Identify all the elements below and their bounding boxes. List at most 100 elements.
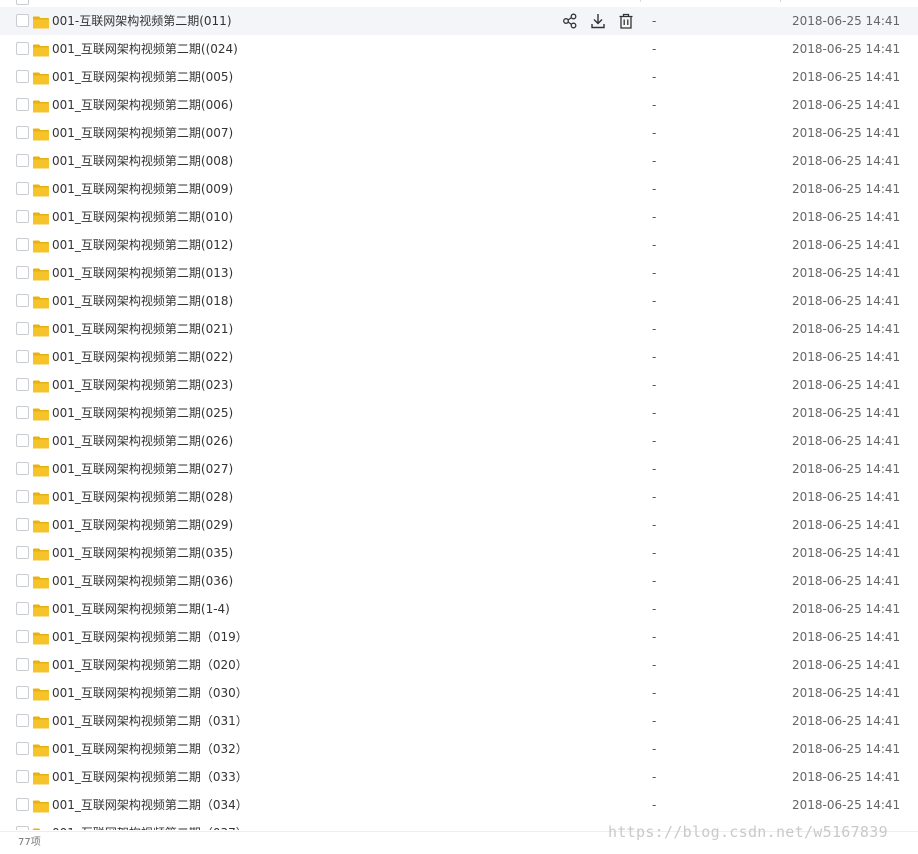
file-name-link[interactable]: 001_互联网架构视频第二期(026)	[52, 433, 233, 449]
file-row[interactable]: 001_互联网架构视频第二期（032） - 2018-06-25 14:41	[0, 735, 918, 763]
file-row[interactable]: 001_互联网架构视频第二期(029) - 2018-06-25 14:41	[0, 511, 918, 539]
file-row[interactable]: 001_互联网架构视频第二期（019） - 2018-06-25 14:41	[0, 623, 918, 651]
file-name-link[interactable]: 001_互联网架构视频第二期((024)	[52, 41, 238, 57]
row-checkbox[interactable]	[16, 826, 29, 830]
file-row[interactable]: 001_互联网架构视频第二期(023) - 2018-06-25 14:41	[0, 371, 918, 399]
folder-icon	[33, 658, 49, 673]
file-row[interactable]: 001_互联网架构视频第二期(1-4) - 2018-06-25 14:41	[0, 595, 918, 623]
file-row[interactable]: 001_互联网架构视频第二期((024) - 2018-06-25 14:41	[0, 35, 918, 63]
file-name-link[interactable]: 001_互联网架构视频第二期（031）	[52, 713, 248, 729]
file-size: -	[652, 154, 657, 168]
share-icon[interactable]	[561, 12, 579, 30]
row-checkbox[interactable]	[16, 238, 29, 251]
row-checkbox[interactable]	[16, 350, 29, 363]
row-checkbox[interactable]	[16, 770, 29, 783]
row-checkbox[interactable]	[16, 14, 29, 27]
file-row[interactable]: 001_互联网架构视频第二期(035) - 2018-06-25 14:41	[0, 539, 918, 567]
file-name-link[interactable]: 001_互联网架构视频第二期(007)	[52, 125, 233, 141]
file-name-link[interactable]: 001_互联网架构视频第二期（020）	[52, 657, 248, 673]
file-name-link[interactable]: 001_互联网架构视频第二期(025)	[52, 405, 233, 421]
file-row[interactable]: 001_互联网架构视频第二期(013) - 2018-06-25 14:41	[0, 259, 918, 287]
file-row[interactable]: 001_互联网架构视频第二期(012) - 2018-06-25 14:41	[0, 231, 918, 259]
row-checkbox[interactable]	[16, 742, 29, 755]
row-checkbox[interactable]	[16, 42, 29, 55]
row-checkbox[interactable]	[16, 406, 29, 419]
file-name-link[interactable]: 001_互联网架构视频第二期(018)	[52, 293, 233, 309]
row-checkbox[interactable]	[16, 546, 29, 559]
file-row[interactable]: 001_互联网架构视频第二期(009) - 2018-06-25 14:41	[0, 175, 918, 203]
file-size: -	[652, 126, 657, 140]
file-row[interactable]: 001_互联网架构视频第二期（030） - 2018-06-25 14:41	[0, 679, 918, 707]
file-name-link[interactable]: 001_互联网架构视频第二期(022)	[52, 349, 233, 365]
file-name-link[interactable]: 001_互联网架构视频第二期(028)	[52, 489, 233, 505]
file-name-link[interactable]: 001_互联网架构视频第二期(010)	[52, 209, 233, 225]
file-name-link[interactable]: 001_互联网架构视频第二期(006)	[52, 97, 233, 113]
row-checkbox[interactable]	[16, 154, 29, 167]
file-row[interactable]: 001_互联网架构视频第二期(028) - 2018-06-25 14:41	[0, 483, 918, 511]
row-checkbox[interactable]	[16, 98, 29, 111]
row-checkbox[interactable]	[16, 798, 29, 811]
file-row[interactable]: 001_互联网架构视频第二期(006) - 2018-06-25 14:41	[0, 91, 918, 119]
file-name-link[interactable]: 001_互联网架构视频第二期(1-4)	[52, 601, 230, 617]
file-name-link[interactable]: 001_互联网架构视频第二期(029)	[52, 517, 233, 533]
file-name-link[interactable]: 001_互联网架构视频第二期（033）	[52, 769, 248, 785]
file-name-link[interactable]: 001_互联网架构视频第二期(035)	[52, 545, 233, 561]
file-row[interactable]: 001_互联网架构视频第二期(005) - 2018-06-25 14:41	[0, 63, 918, 91]
row-checkbox[interactable]	[16, 322, 29, 335]
row-checkbox[interactable]	[16, 266, 29, 279]
file-name-link[interactable]: 001_互联网架构视频第二期(009)	[52, 181, 233, 197]
file-name-link[interactable]: 001_互联网架构视频第二期（030）	[52, 685, 248, 701]
file-name-link[interactable]: 001_互联网架构视频第二期(036)	[52, 573, 233, 589]
row-checkbox[interactable]	[16, 518, 29, 531]
file-row[interactable]: 001-互联网架构视频第二期(011) - 2018-06-25 14:41	[0, 7, 918, 35]
file-size: -	[652, 210, 657, 224]
row-checkbox[interactable]	[16, 294, 29, 307]
file-row[interactable]: 001_互联网架构视频第二期(026) - 2018-06-25 14:41	[0, 427, 918, 455]
row-checkbox[interactable]	[16, 378, 29, 391]
download-icon[interactable]	[589, 12, 607, 30]
row-checkbox[interactable]	[16, 434, 29, 447]
file-name-link[interactable]: 001_互联网架构视频第二期(008)	[52, 153, 233, 169]
select-all-checkbox[interactable]	[16, 0, 29, 5]
row-checkbox[interactable]	[16, 126, 29, 139]
row-checkbox[interactable]	[16, 686, 29, 699]
file-row[interactable]: 001_互联网架构视频第二期（020） - 2018-06-25 14:41	[0, 651, 918, 679]
row-checkbox[interactable]	[16, 210, 29, 223]
file-name-link[interactable]: 001_互联网架构视频第二期(013)	[52, 265, 233, 281]
file-name-link[interactable]: 001_互联网架构视频第二期(021)	[52, 321, 233, 337]
row-checkbox[interactable]	[16, 714, 29, 727]
file-row[interactable]: 001_互联网架构视频第二期(022) - 2018-06-25 14:41	[0, 343, 918, 371]
file-row[interactable]: 001_互联网架构视频第二期（034） - 2018-06-25 14:41	[0, 791, 918, 819]
row-checkbox[interactable]	[16, 182, 29, 195]
file-name-link[interactable]: 001_互联网架构视频第二期(005)	[52, 69, 233, 85]
row-checkbox[interactable]	[16, 658, 29, 671]
row-checkbox[interactable]	[16, 630, 29, 643]
file-row[interactable]: 001_互联网架构视频第二期（033） - 2018-06-25 14:41	[0, 763, 918, 791]
file-name-link[interactable]: 001_互联网架构视频第二期(027)	[52, 461, 233, 477]
file-row[interactable]: 001_互联网架构视频第二期(036) - 2018-06-25 14:41	[0, 567, 918, 595]
file-name-link[interactable]: 001_互联网架构视频第二期（032）	[52, 741, 248, 757]
row-checkbox[interactable]	[16, 490, 29, 503]
file-name-link[interactable]: 001_互联网架构视频第二期（034）	[52, 797, 248, 813]
file-row[interactable]: 001_互联网架构视频第二期(025) - 2018-06-25 14:41	[0, 399, 918, 427]
file-name-link[interactable]: 001-互联网架构视频第二期(011)	[52, 13, 232, 29]
file-row[interactable]: 001_互联网架构视频第二期(007) - 2018-06-25 14:41	[0, 119, 918, 147]
file-name-link[interactable]: 001_互联网架构视频第二期(012)	[52, 237, 233, 253]
file-row[interactable]: 001_互联网架构视频第二期(018) - 2018-06-25 14:41	[0, 287, 918, 315]
row-checkbox[interactable]	[16, 602, 29, 615]
file-row[interactable]: 001_互联网架构视频第二期（031） - 2018-06-25 14:41	[0, 707, 918, 735]
file-row[interactable]: 001_互联网架构视频第二期(021) - 2018-06-25 14:41	[0, 315, 918, 343]
modified-time: 2018-06-25 14:41	[792, 770, 901, 784]
folder-icon	[33, 686, 49, 701]
file-row[interactable]: 001_互联网架构视频第二期(008) - 2018-06-25 14:41	[0, 147, 918, 175]
row-checkbox[interactable]	[16, 462, 29, 475]
file-name-link[interactable]: 001_互联网架构视频第二期（019）	[52, 629, 248, 645]
row-checkbox[interactable]	[16, 70, 29, 83]
folder-icon	[33, 238, 49, 253]
file-name-link[interactable]: 001_互联网架构视频第二期(023)	[52, 377, 233, 393]
file-row[interactable]: 001_互联网架构视频第二期(010) - 2018-06-25 14:41	[0, 203, 918, 231]
row-checkbox[interactable]	[16, 574, 29, 587]
file-row[interactable]: 001_互联网架构视频第二期(027) - 2018-06-25 14:41	[0, 455, 918, 483]
file-name-link[interactable]: 001_互联网架构视频第二期（037）	[52, 825, 248, 830]
trash-icon[interactable]	[617, 12, 635, 30]
